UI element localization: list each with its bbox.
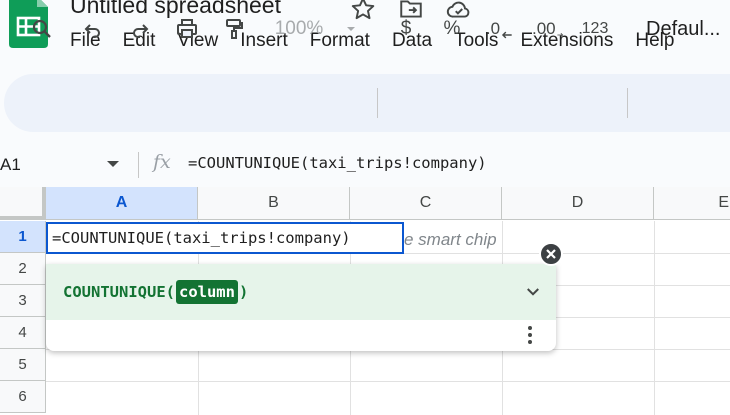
name-box-value: A1	[0, 155, 21, 174]
toolbar	[4, 74, 730, 132]
formula-input[interactable]: =COUNTUNIQUE(taxi_trips!company)	[188, 154, 487, 172]
search-icon	[32, 19, 51, 38]
row-header-5[interactable]: 5	[0, 349, 46, 381]
format-percent-button[interactable]: %	[441, 0, 463, 58]
zoom-dropdown-arrow[interactable]	[343, 0, 359, 58]
active-cell-editor[interactable]: =COUNTUNIQUE(taxi_trips!company)	[46, 222, 404, 254]
increase-decimal-button[interactable]: .00	[532, 0, 564, 58]
gridline	[654, 221, 655, 415]
caret-down-icon	[347, 27, 355, 31]
function-signature[interactable]: COUNTUNIQUE(column)	[46, 264, 556, 320]
column-header-c[interactable]: C	[350, 187, 502, 220]
format-currency-button[interactable]: $	[396, 0, 416, 58]
redo-icon	[133, 24, 149, 38]
column-header-e[interactable]: E	[654, 187, 730, 220]
arrow-left-icon	[502, 31, 512, 39]
print-icon	[177, 19, 197, 38]
column-header-a[interactable]: A	[46, 187, 198, 220]
arrow-right-icon	[557, 32, 563, 38]
more-options-icon[interactable]	[524, 324, 536, 346]
toolbar-divider	[377, 88, 378, 118]
decrease-decimal-label: .0	[485, 19, 501, 38]
close-icon	[546, 249, 556, 259]
increase-decimal-label: .00	[532, 19, 556, 38]
row-header-3[interactable]: 3	[0, 285, 46, 317]
function-name: COUNTUNIQUE(	[63, 283, 175, 301]
row-header-2[interactable]: 2	[0, 253, 46, 285]
chevron-down-icon[interactable]	[524, 283, 542, 301]
formula-divider	[138, 152, 139, 178]
function-argument: column	[175, 280, 238, 304]
paint-format-button[interactable]	[221, 0, 247, 58]
function-close-paren: )	[238, 283, 249, 301]
row-header-1[interactable]: 1	[0, 221, 46, 253]
spreadsheet-app: Untitled spreadsheet File Edit View Inse…	[0, 0, 730, 415]
name-box[interactable]: A1	[0, 150, 135, 180]
decrease-decimal-button[interactable]: .0	[485, 0, 515, 58]
paint-format-icon	[226, 19, 243, 39]
select-all-corner[interactable]	[0, 187, 46, 220]
column-header-d[interactable]: D	[502, 187, 654, 220]
more-formats-button[interactable]: 123	[580, 0, 610, 58]
row-header-6[interactable]: 6	[0, 381, 46, 413]
formula-suggestion-popup: COUNTUNIQUE(column)	[46, 264, 556, 351]
fx-icon: fx	[153, 151, 171, 173]
close-suggestion-button[interactable]	[539, 242, 563, 266]
name-box-dropdown-icon[interactable]	[107, 161, 119, 167]
column-header-b[interactable]: B	[198, 187, 350, 220]
gridline	[46, 381, 730, 382]
smart-chip-hint: e smart chip	[404, 230, 497, 249]
font-family-select[interactable]: Defaul...	[646, 0, 730, 58]
row-header-4[interactable]: 4	[0, 317, 46, 349]
print-button[interactable]	[174, 0, 200, 58]
search-menus-button[interactable]	[29, 0, 55, 58]
zoom-select[interactable]: 100%	[268, 0, 330, 58]
toolbar-divider	[627, 88, 628, 118]
redo-button[interactable]	[127, 0, 153, 58]
undo-button[interactable]	[80, 0, 106, 58]
undo-icon	[84, 24, 100, 38]
